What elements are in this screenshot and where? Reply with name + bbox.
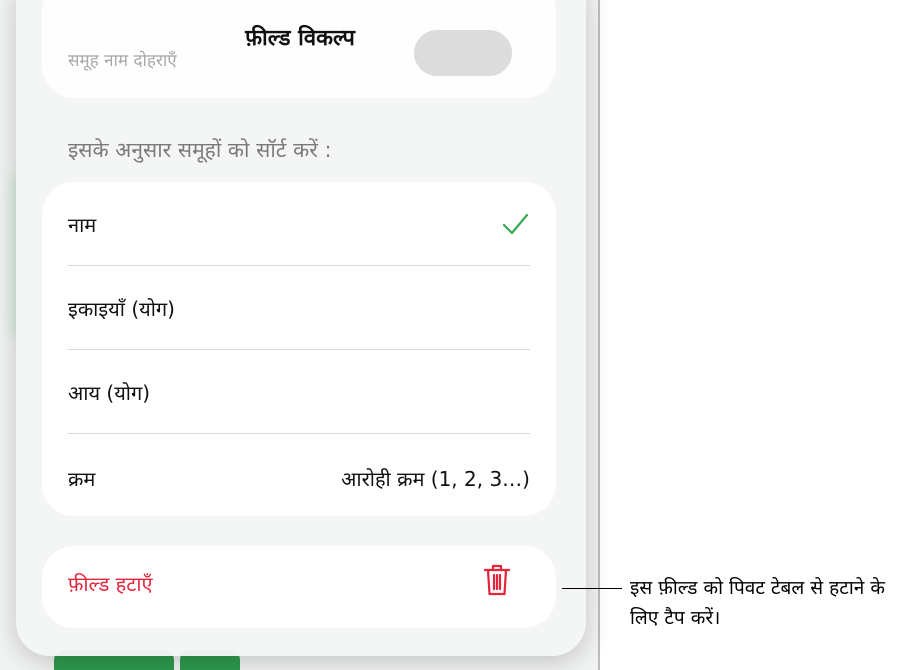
frame-edge xyxy=(598,0,600,670)
divider xyxy=(68,433,530,434)
delete-field-label: फ़ील्ड हटाएँ xyxy=(68,572,153,596)
sort-option-name[interactable]: नाम xyxy=(68,182,530,266)
sheet-title: फ़ील्ड विकल्प xyxy=(245,26,355,51)
sort-order-label: क्रम xyxy=(68,466,96,491)
sort-option-revenue-sum[interactable]: आय (योग) xyxy=(68,350,530,434)
sort-option-label: नाम xyxy=(68,212,97,237)
callout-text: इस फ़ील्ड को पिवट टेबल से हटाने के लिए ट… xyxy=(630,577,885,629)
sort-option-units-sum[interactable]: इकाइयाँ (योग) xyxy=(68,266,530,350)
callout-leader-line xyxy=(562,588,622,589)
sort-section-header: इसके अनुसार समूहों को सॉर्ट करें : xyxy=(68,138,332,162)
trash-icon[interactable] xyxy=(482,562,512,598)
checkmark-icon xyxy=(502,213,529,235)
sort-option-label: इकाइयाँ (योग) xyxy=(68,296,175,321)
sort-option-label: आय (योग) xyxy=(68,380,151,405)
sort-order-row[interactable]: क्रम आरोही क्रम (1, 2, 3…) xyxy=(68,436,530,520)
sort-order-value: आरोही क्रम (1, 2, 3…) xyxy=(341,466,530,491)
